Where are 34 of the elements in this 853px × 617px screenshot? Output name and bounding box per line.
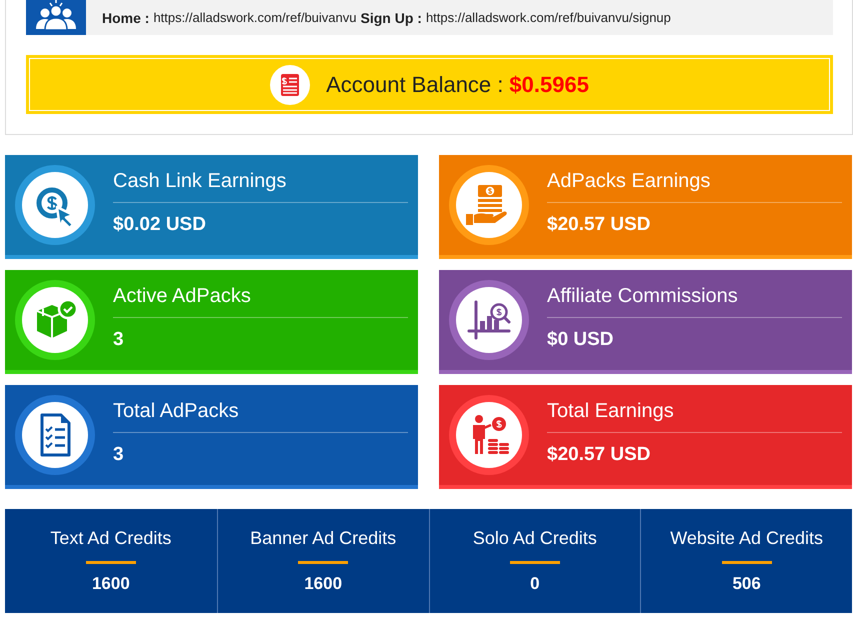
card-value: $20.57 USD xyxy=(547,213,652,237)
signup-url: https://alladswork.com/ref/buivanvu/signup xyxy=(426,10,671,25)
credit-value: 1600 xyxy=(90,573,131,595)
man-coins-icon xyxy=(449,395,529,475)
balance-label: Account Balance : xyxy=(326,72,504,98)
card-title: Affiliate Commissions xyxy=(547,283,842,318)
checklist-icon xyxy=(15,395,95,475)
card-value: 3 xyxy=(113,328,125,352)
box-check-icon xyxy=(15,280,95,360)
credit-value: 506 xyxy=(731,573,762,595)
home-url: https://alladswork.com/ref/buivanvu xyxy=(153,10,356,25)
people-group-icon xyxy=(26,0,86,35)
credit-value: 1600 xyxy=(303,573,344,595)
card-value: 3 xyxy=(113,443,125,467)
home-label: Home : xyxy=(102,10,150,26)
credit-label: Website Ad Credits xyxy=(669,527,824,550)
cash-hand-icon xyxy=(449,165,529,245)
card-title: Active AdPacks xyxy=(113,283,408,318)
card-title: AdPacks Earnings xyxy=(547,168,842,203)
card-title: Total Earnings xyxy=(547,398,842,433)
card-value: $0.02 USD xyxy=(113,213,207,237)
invoice-icon xyxy=(270,64,310,104)
coin-cursor-icon xyxy=(15,165,95,245)
card-title: Cash Link Earnings xyxy=(113,168,408,203)
card-title: Total AdPacks xyxy=(113,398,408,433)
chart-magnifier-icon xyxy=(449,280,529,360)
credit-label: Solo Ad Credits xyxy=(472,527,598,550)
credit-value: 0 xyxy=(529,573,541,595)
credit-label: Banner Ad Credits xyxy=(249,527,398,550)
card-value: $20.57 USD xyxy=(547,443,652,467)
card-value: $0 USD xyxy=(547,328,615,352)
credit-label: Text Ad Credits xyxy=(49,527,172,550)
balance-value: $0.5965 xyxy=(509,72,589,98)
signup-label: Sign Up : xyxy=(360,10,422,26)
